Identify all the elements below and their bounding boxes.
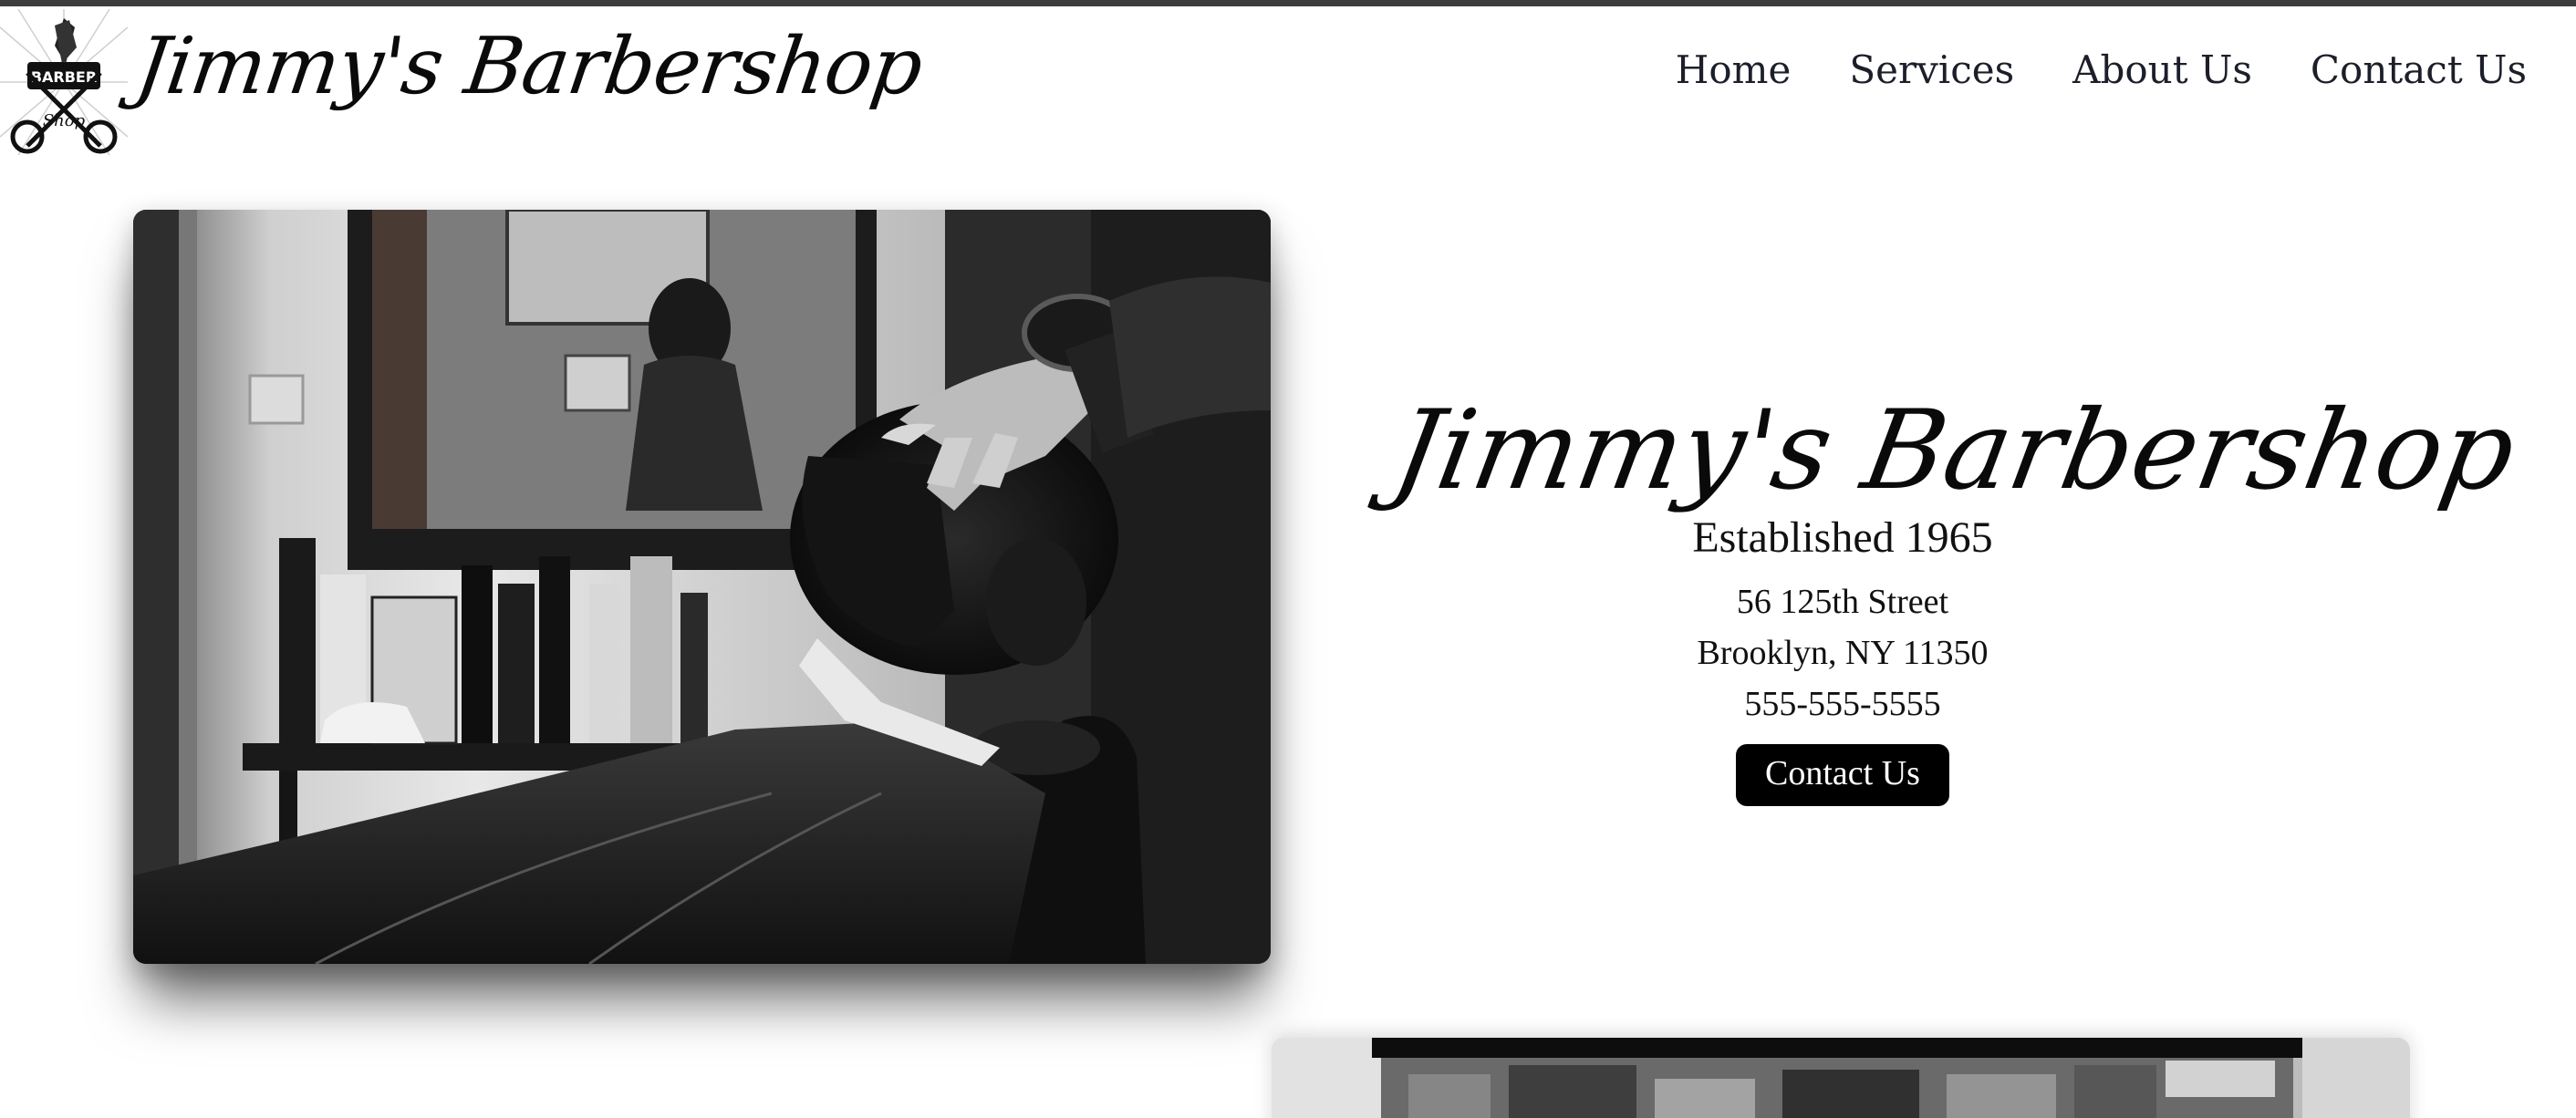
address-line-2: Brooklyn, NY 11350 <box>1697 634 1989 672</box>
svg-text:Shop: Shop <box>43 111 86 130</box>
hero-info: Jimmy's Barbershop Established 1965 56 1… <box>1385 383 2524 806</box>
main-nav: Home Services About Us Contact Us <box>1676 47 2527 92</box>
nav-about-us[interactable]: About Us <box>2072 47 2252 92</box>
shop-interior-image <box>1272 1038 2410 1118</box>
nav-services[interactable]: Services <box>1849 47 2014 92</box>
address-line-1: 56 125th Street <box>1736 583 1949 621</box>
brand-title[interactable]: Jimmy's Barbershop <box>130 16 928 117</box>
nav-contact-us[interactable]: Contact Us <box>2311 47 2527 92</box>
nav-home[interactable]: Home <box>1676 47 1792 92</box>
phone-number: 555-555-5555 <box>1744 685 1941 723</box>
barber-photo-image <box>133 210 1271 964</box>
contact-us-button[interactable]: Contact Us <box>1736 744 1949 806</box>
barber-shop-badge-icon[interactable]: BARBER Shop <box>0 8 129 160</box>
top-border <box>0 0 2576 6</box>
hero-title: Jimmy's Barbershop <box>1384 388 2525 514</box>
